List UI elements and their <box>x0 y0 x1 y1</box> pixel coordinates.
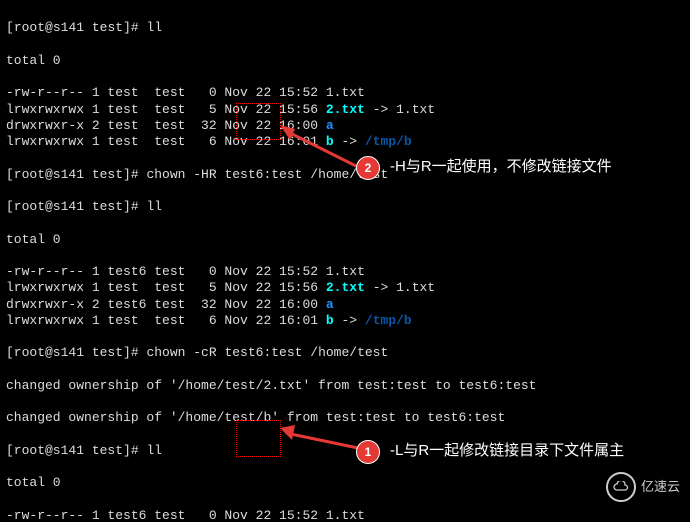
ls-row: lrwxrwxrwx 1 test test 6 Nov 22 16:01 b … <box>6 134 684 150</box>
ls-row: lrwxrwxrwx 1 test test 5 Nov 22 15:56 2.… <box>6 102 684 118</box>
total-line: total 0 <box>6 475 684 491</box>
ls-row: drwxrwxr-x 2 test6 test 32 Nov 22 16:00 … <box>6 297 684 313</box>
ls-row: -rw-r--r-- 1 test6 test 0 Nov 22 15:52 1… <box>6 508 684 522</box>
total-line: total 0 <box>6 53 684 69</box>
prompt-line: [root@s141 test]# ll <box>6 20 684 36</box>
ls-row: drwxrwxr-x 2 test test 32 Nov 22 16:00 a <box>6 118 684 134</box>
prompt-line: [root@s141 test]# ll <box>6 199 684 215</box>
chown-output: changed ownership of '/home/test/b' from… <box>6 410 684 426</box>
watermark: 亿速云 <box>606 472 680 502</box>
ls-row: lrwxrwxrwx 1 test test 5 Nov 22 15:56 2.… <box>6 280 684 296</box>
prompt-line: [root@s141 test]# chown -cR test6:test /… <box>6 345 684 361</box>
annotation-text-2: -L与R一起修改链接目录下文件属主 <box>390 442 624 461</box>
ls-row: -rw-r--r-- 1 test6 test 0 Nov 22 15:52 1… <box>6 264 684 280</box>
total-line: total 0 <box>6 232 684 248</box>
annotation-text-1: -H与R一起使用，不修改链接文件 <box>390 158 612 177</box>
ls-row: lrwxrwxrwx 1 test test 6 Nov 22 16:01 b … <box>6 313 684 329</box>
cloud-icon <box>606 472 636 502</box>
chown-output: changed ownership of '/home/test/2.txt' … <box>6 378 684 394</box>
badge-2: 2 <box>356 156 380 180</box>
badge-1: 1 <box>356 440 380 464</box>
ls-row: -rw-r--r-- 1 test test 0 Nov 22 15:52 1.… <box>6 85 684 101</box>
